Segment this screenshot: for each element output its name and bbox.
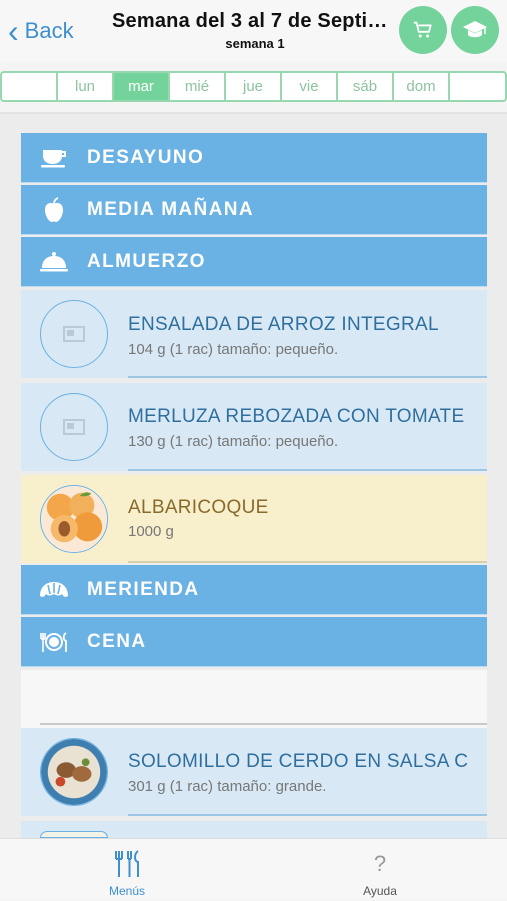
item-divider: [128, 561, 487, 563]
food-thumbnail: [40, 831, 108, 838]
day-label: jue: [242, 78, 264, 95]
item-divider: [40, 723, 487, 725]
food-portion: 130 g (1 rac) tamaño: pequeño.: [128, 433, 339, 450]
meal-label: MEDIA MAÑANA: [87, 198, 255, 220]
meal-label: MERIENDA: [87, 578, 200, 600]
back-button[interactable]: ‹ Back: [8, 14, 74, 48]
cutlery-icon: [115, 850, 139, 877]
day-label: vie: [299, 78, 319, 95]
coffee-cup-icon: [21, 148, 87, 168]
croissant-icon: [21, 580, 87, 600]
meal-label: CENA: [87, 630, 147, 652]
day-tab-next[interactable]: [450, 71, 507, 102]
food-item[interactable]: SOLOMILLO DE CERDO EN SALSA CON 301 g (1…: [21, 728, 487, 816]
day-tab-sab[interactable]: sáb: [338, 71, 394, 102]
food-portion: 104 g (1 rac) tamaño: pequeño.: [128, 341, 339, 358]
chevron-left-icon: ‹: [8, 13, 19, 49]
day-tab-vie[interactable]: vie: [282, 71, 338, 102]
title-block: Semana del 3 al 7 de Septiembre semana 1: [112, 10, 398, 51]
day-tab-jue[interactable]: jue: [226, 71, 282, 102]
day-label: mié: [184, 78, 210, 95]
food-item[interactable]: MERLUZA REBOZADA CON TOMATE 130 g (1 rac…: [21, 383, 487, 471]
meal-label: ALMUERZO: [87, 250, 206, 272]
food-name: ENSALADA DE ARROZ INTEGRAL: [128, 314, 439, 335]
food-name: MERLUZA REBOZADA CON TOMATE: [128, 406, 465, 427]
food-portion: 301 g (1 rac) tamaño: grande.: [128, 778, 327, 795]
day-label: dom: [406, 78, 436, 95]
apple-icon: [21, 196, 87, 223]
meal-header-media-manana[interactable]: MEDIA MAÑANA: [21, 185, 487, 235]
empty-row: [21, 670, 487, 728]
meal-header-desayuno[interactable]: DESAYUNO: [21, 133, 487, 183]
graduation-cap-icon: [463, 21, 487, 38]
day-label: sáb: [352, 78, 378, 95]
menu-list[interactable]: DESAYUNO MEDIA MAÑANA ALMUERZO ENSALADA …: [0, 114, 507, 838]
graduation-button[interactable]: [451, 6, 499, 54]
food-name: ALBARICOQUE: [128, 497, 269, 518]
sirloin-photo: [40, 738, 108, 806]
day-tab-mar[interactable]: mar: [114, 71, 170, 102]
item-divider: [128, 814, 487, 816]
day-selector: lun mar mié jue vie sáb dom: [0, 71, 507, 102]
shopping-cart-icon: [413, 21, 432, 38]
tab-bar: Menús ? Ayuda: [0, 838, 507, 900]
meal-header-merienda[interactable]: MERIENDA: [21, 565, 487, 615]
food-item[interactable]: ENSALADA DE ARROZ INTEGRAL 104 g (1 rac)…: [21, 290, 487, 378]
food-thumbnail: [40, 300, 108, 368]
meal-header-cena[interactable]: CENA: [21, 617, 487, 667]
image-placeholder-icon: [63, 419, 85, 435]
food-name: SOLOMILLO DE CERDO EN SALSA CON: [128, 751, 468, 772]
day-label: lun: [74, 78, 96, 95]
apricot-photo: [40, 485, 108, 553]
back-label: Back: [24, 18, 74, 43]
day-tab-mie[interactable]: mié: [170, 71, 226, 102]
image-placeholder-icon: [63, 326, 85, 342]
help-icon: ?: [373, 851, 387, 876]
day-tab-prev[interactable]: [0, 71, 58, 102]
plate-cutlery-icon: [21, 631, 87, 653]
meal-header-almuerzo[interactable]: ALMUERZO: [21, 237, 487, 287]
meal-label: DESAYUNO: [87, 146, 205, 168]
day-label: mar: [128, 78, 154, 95]
day-tab-dom[interactable]: dom: [394, 71, 450, 102]
food-portion: 1000 g: [128, 523, 174, 540]
tab-label: Menús: [108, 884, 146, 898]
food-item-highlighted[interactable]: ALBARICOQUE 1000 g: [21, 475, 487, 563]
item-divider: [128, 469, 487, 471]
page-title: Semana del 3 al 7 de Septiembre: [112, 10, 398, 32]
tab-ayuda[interactable]: ? Ayuda: [305, 839, 455, 901]
food-thumbnail: [40, 393, 108, 461]
food-item[interactable]: [21, 821, 487, 838]
page-subtitle: semana 1: [225, 36, 285, 51]
item-divider: [128, 376, 487, 378]
tab-label: Ayuda: [363, 884, 397, 898]
day-tab-lun[interactable]: lun: [58, 71, 114, 102]
shopping-cart-button[interactable]: [399, 6, 447, 54]
tab-menus[interactable]: Menús: [52, 839, 202, 901]
nav-header: ‹ Back Semana del 3 al 7 de Septiembre s…: [0, 0, 507, 62]
cloche-icon: [21, 251, 87, 273]
